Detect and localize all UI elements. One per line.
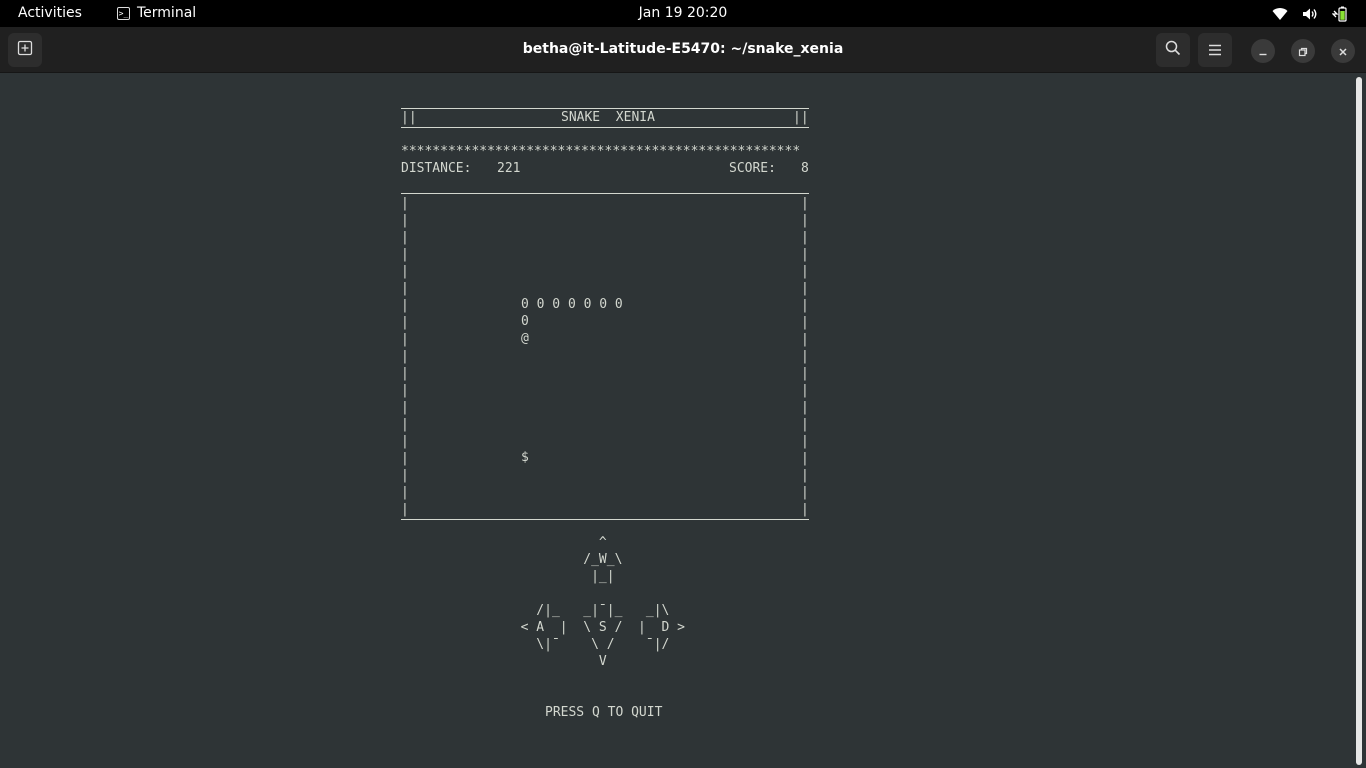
battery-icon <box>1332 6 1348 22</box>
board-left-border: | | | | | | | | | | | | | | | | | | | <box>401 196 409 517</box>
controls-diagram: ^ /_W_\ |_| /|_ _|¯|_ _|\ < A | \ S / | … <box>520 535 686 669</box>
menu-button[interactable] <box>1198 33 1232 67</box>
app-menu[interactable]: >_ Terminal <box>117 5 196 21</box>
restore-icon <box>1298 42 1308 61</box>
board-bottom-border <box>401 519 809 520</box>
board-top-border <box>401 193 809 194</box>
snake-body-row: 0 0 0 0 0 0 0 <box>521 297 623 312</box>
clock-container: Jan 19 20:20 <box>0 5 1366 21</box>
clock[interactable]: Jan 19 20:20 <box>639 5 728 21</box>
terminal-app-icon: >_ <box>117 6 130 20</box>
score-value: 8 <box>801 161 809 176</box>
search-button[interactable] <box>1156 33 1190 67</box>
minimize-icon <box>1258 42 1268 61</box>
scrollbar[interactable] <box>1356 77 1362 765</box>
volume-icon <box>1302 7 1318 21</box>
title-left-marker: || <box>401 110 417 125</box>
snake-body-segment: 0 <box>521 314 529 329</box>
wifi-icon <box>1272 7 1288 21</box>
search-icon <box>1165 40 1181 60</box>
distance-value: 221 <box>497 161 521 176</box>
board-right-border: | | | | | | | | | | | | | | | | | | | <box>801 196 809 517</box>
terminal-header-bar: betha@it-Latitude-E5470: ~/snake_xenia <box>0 27 1366 73</box>
system-tray[interactable] <box>1272 5 1348 22</box>
minimize-button[interactable] <box>1251 39 1275 63</box>
new-tab-icon <box>17 40 33 60</box>
food: $ <box>521 450 529 465</box>
close-icon <box>1338 42 1348 61</box>
quit-instruction: PRESS Q TO QUIT <box>545 705 663 720</box>
app-menu-label: Terminal <box>137 5 197 21</box>
hamburger-menu-icon <box>1208 41 1222 60</box>
game-title: SNAKE XENIA <box>561 110 655 125</box>
score-label: SCORE: <box>729 161 776 176</box>
title-right-marker: || <box>793 110 809 125</box>
distance-label: DISTANCE: <box>401 161 472 176</box>
new-tab-button[interactable] <box>8 33 42 67</box>
title-bottom-rule <box>401 127 809 128</box>
star-separator: ****************************************… <box>401 144 801 159</box>
restore-button[interactable] <box>1291 39 1315 63</box>
activities-button[interactable]: Activities <box>18 5 82 21</box>
close-button[interactable] <box>1331 39 1355 63</box>
top-bar: Activities >_ Terminal Jan 19 20:20 <box>0 0 1366 27</box>
snake-head: @ <box>521 331 529 346</box>
